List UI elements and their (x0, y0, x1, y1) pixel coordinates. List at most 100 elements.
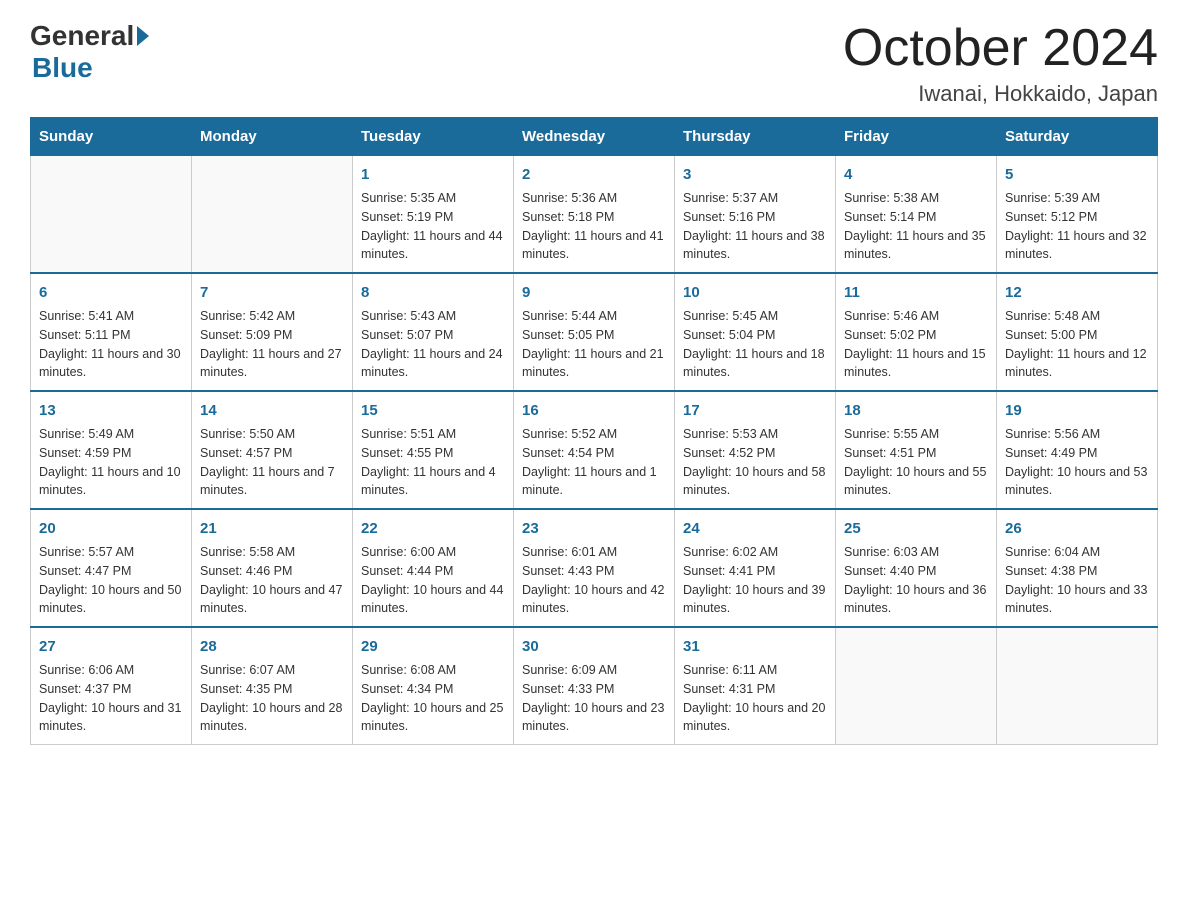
calendar-cell: 12 Sunrise: 5:48 AMSunset: 5:00 PMDayligh… (997, 273, 1158, 391)
day-number: 6 (39, 282, 183, 303)
day-info: Sunrise: 5:41 AMSunset: 5:11 PMDaylight:… (39, 307, 183, 382)
calendar-week-row: 27 Sunrise: 6:06 AMSunset: 4:37 PMDayligh… (31, 627, 1158, 745)
weekday-header-tuesday: Tuesday (353, 118, 514, 156)
calendar-cell: 14 Sunrise: 5:50 AMSunset: 4:57 PMDayligh… (192, 391, 353, 509)
weekday-header-friday: Friday (836, 118, 997, 156)
day-info: Sunrise: 6:09 AMSunset: 4:33 PMDaylight:… (522, 661, 666, 736)
calendar-cell: 23 Sunrise: 6:01 AMSunset: 4:43 PMDayligh… (514, 509, 675, 627)
logo-general-text: General (30, 20, 134, 52)
day-number: 7 (200, 282, 344, 303)
day-info: Sunrise: 5:36 AMSunset: 5:18 PMDaylight:… (522, 189, 666, 264)
calendar-header-row: SundayMondayTuesdayWednesdayThursdayFrid… (31, 118, 1158, 156)
calendar-cell: 17Sunrise: 5:53 AMSunset: 4:52 PMDayligh… (675, 391, 836, 509)
calendar-cell: 26 Sunrise: 6:04 AMSunset: 4:38 PMDayligh… (997, 509, 1158, 627)
day-info: Sunrise: 6:02 AMSunset: 4:41 PMDaylight:… (683, 543, 827, 618)
day-number: 27 (39, 636, 183, 657)
calendar-cell: 16 Sunrise: 5:52 AMSunset: 4:54 PMDayligh… (514, 391, 675, 509)
calendar-cell (997, 627, 1158, 745)
calendar-cell: 6 Sunrise: 5:41 AMSunset: 5:11 PMDaylight… (31, 273, 192, 391)
calendar-cell: 29Sunrise: 6:08 AMSunset: 4:34 PMDayligh… (353, 627, 514, 745)
day-info: Sunrise: 5:51 AMSunset: 4:55 PMDaylight:… (361, 425, 505, 500)
day-info: Sunrise: 6:06 AMSunset: 4:37 PMDaylight:… (39, 661, 183, 736)
calendar-week-row: 13Sunrise: 5:49 AMSunset: 4:59 PMDayligh… (31, 391, 1158, 509)
day-number: 26 (1005, 518, 1149, 539)
day-number: 13 (39, 400, 183, 421)
month-title: October 2024 (843, 20, 1158, 77)
calendar-cell: 24Sunrise: 6:02 AMSunset: 4:41 PMDayligh… (675, 509, 836, 627)
day-number: 12 (1005, 282, 1149, 303)
day-number: 25 (844, 518, 988, 539)
calendar-week-row: 1Sunrise: 5:35 AMSunset: 5:19 PMDaylight… (31, 156, 1158, 274)
day-info: Sunrise: 6:03 AMSunset: 4:40 PMDaylight:… (844, 543, 988, 618)
day-info: Sunrise: 5:52 AMSunset: 4:54 PMDaylight:… (522, 425, 666, 500)
day-info: Sunrise: 6:04 AMSunset: 4:38 PMDaylight:… (1005, 543, 1149, 618)
calendar-cell: 8Sunrise: 5:43 AMSunset: 5:07 PMDaylight… (353, 273, 514, 391)
calendar-table: SundayMondayTuesdayWednesdayThursdayFrid… (30, 117, 1158, 745)
day-number: 9 (522, 282, 666, 303)
calendar-week-row: 6 Sunrise: 5:41 AMSunset: 5:11 PMDaylight… (31, 273, 1158, 391)
day-info: Sunrise: 5:42 AMSunset: 5:09 PMDaylight:… (200, 307, 344, 382)
calendar-cell: 11 Sunrise: 5:46 AMSunset: 5:02 PMDayligh… (836, 273, 997, 391)
day-number: 15 (361, 400, 505, 421)
calendar-cell: 2Sunrise: 5:36 AMSunset: 5:18 PMDaylight… (514, 156, 675, 274)
calendar-cell: 25 Sunrise: 6:03 AMSunset: 4:40 PMDayligh… (836, 509, 997, 627)
logo-arrow-icon (137, 26, 149, 46)
day-number: 4 (844, 164, 988, 185)
day-info: Sunrise: 5:37 AMSunset: 5:16 PMDaylight:… (683, 189, 827, 264)
calendar-cell: 18Sunrise: 5:55 AMSunset: 4:51 PMDayligh… (836, 391, 997, 509)
title-section: October 2024 Iwanai, Hokkaido, Japan (843, 20, 1158, 107)
weekday-header-monday: Monday (192, 118, 353, 156)
calendar-cell: 20 Sunrise: 5:57 AMSunset: 4:47 PMDayligh… (31, 509, 192, 627)
calendar-cell: 19 Sunrise: 5:56 AMSunset: 4:49 PMDayligh… (997, 391, 1158, 509)
calendar-cell: 3 Sunrise: 5:37 AMSunset: 5:16 PMDaylight… (675, 156, 836, 274)
weekday-header-wednesday: Wednesday (514, 118, 675, 156)
day-number: 14 (200, 400, 344, 421)
day-info: Sunrise: 5:43 AMSunset: 5:07 PMDaylight:… (361, 307, 505, 382)
day-number: 19 (1005, 400, 1149, 421)
logo: General Blue (30, 20, 151, 84)
day-number: 31 (683, 636, 827, 657)
day-info: Sunrise: 5:46 AMSunset: 5:02 PMDaylight:… (844, 307, 988, 382)
day-info: Sunrise: 5:38 AMSunset: 5:14 PMDaylight:… (844, 189, 988, 264)
day-info: Sunrise: 5:58 AMSunset: 4:46 PMDaylight:… (200, 543, 344, 618)
day-info: Sunrise: 6:00 AMSunset: 4:44 PMDaylight:… (361, 543, 505, 618)
day-number: 11 (844, 282, 988, 303)
weekday-header-saturday: Saturday (997, 118, 1158, 156)
calendar-cell: 28Sunrise: 6:07 AMSunset: 4:35 PMDayligh… (192, 627, 353, 745)
day-info: Sunrise: 5:50 AMSunset: 4:57 PMDaylight:… (200, 425, 344, 500)
calendar-cell (192, 156, 353, 274)
day-number: 16 (522, 400, 666, 421)
calendar-cell: 21 Sunrise: 5:58 AMSunset: 4:46 PMDayligh… (192, 509, 353, 627)
day-number: 20 (39, 518, 183, 539)
day-number: 3 (683, 164, 827, 185)
calendar-cell: 5 Sunrise: 5:39 AMSunset: 5:12 PMDaylight… (997, 156, 1158, 274)
calendar-cell: 31 Sunrise: 6:11 AMSunset: 4:31 PMDayligh… (675, 627, 836, 745)
day-info: Sunrise: 5:56 AMSunset: 4:49 PMDaylight:… (1005, 425, 1149, 500)
day-info: Sunrise: 6:08 AMSunset: 4:34 PMDaylight:… (361, 661, 505, 736)
calendar-cell: 10Sunrise: 5:45 AMSunset: 5:04 PMDayligh… (675, 273, 836, 391)
calendar-cell: 7 Sunrise: 5:42 AMSunset: 5:09 PMDaylight… (192, 273, 353, 391)
day-info: Sunrise: 5:39 AMSunset: 5:12 PMDaylight:… (1005, 189, 1149, 264)
weekday-header-thursday: Thursday (675, 118, 836, 156)
day-number: 23 (522, 518, 666, 539)
day-info: Sunrise: 6:11 AMSunset: 4:31 PMDaylight:… (683, 661, 827, 736)
calendar-week-row: 20 Sunrise: 5:57 AMSunset: 4:47 PMDayligh… (31, 509, 1158, 627)
calendar-cell: 27 Sunrise: 6:06 AMSunset: 4:37 PMDayligh… (31, 627, 192, 745)
calendar-cell: 13Sunrise: 5:49 AMSunset: 4:59 PMDayligh… (31, 391, 192, 509)
day-number: 10 (683, 282, 827, 303)
day-info: Sunrise: 5:57 AMSunset: 4:47 PMDaylight:… (39, 543, 183, 618)
logo-blue-text: Blue (32, 52, 93, 83)
day-number: 18 (844, 400, 988, 421)
day-number: 17 (683, 400, 827, 421)
calendar-cell: 22 Sunrise: 6:00 AMSunset: 4:44 PMDayligh… (353, 509, 514, 627)
day-number: 21 (200, 518, 344, 539)
calendar-cell: 9Sunrise: 5:44 AMSunset: 5:05 PMDaylight… (514, 273, 675, 391)
day-info: Sunrise: 6:01 AMSunset: 4:43 PMDaylight:… (522, 543, 666, 618)
day-number: 22 (361, 518, 505, 539)
day-number: 5 (1005, 164, 1149, 185)
calendar-cell: 30 Sunrise: 6:09 AMSunset: 4:33 PMDayligh… (514, 627, 675, 745)
day-info: Sunrise: 5:48 AMSunset: 5:00 PMDaylight:… (1005, 307, 1149, 382)
day-number: 1 (361, 164, 505, 185)
day-number: 30 (522, 636, 666, 657)
calendar-cell: 4 Sunrise: 5:38 AMSunset: 5:14 PMDaylight… (836, 156, 997, 274)
